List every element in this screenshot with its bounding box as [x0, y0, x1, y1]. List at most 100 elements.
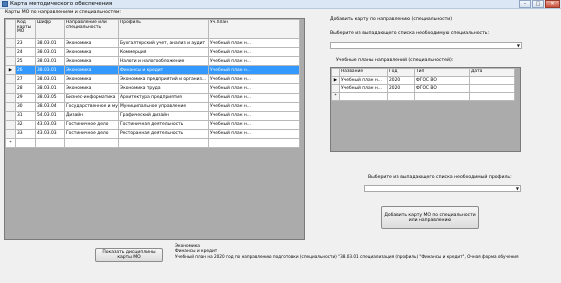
plans-cell-year[interactable]: 2020 [387, 76, 415, 85]
plans-cell-date[interactable] [469, 76, 515, 85]
cell-code[interactable]: 38.03.01 [35, 37, 65, 49]
cell-code[interactable]: 38.03.04 [35, 101, 65, 112]
plans-new-row-cell[interactable] [339, 92, 388, 101]
cell-study-plan[interactable]: Учебный план н... [208, 101, 300, 112]
row-header[interactable] [5, 37, 16, 49]
table-row[interactable]: 23 38.03.01 Экономика Бухгалтерский учет, а… [5, 37, 300, 49]
cell-study-plan[interactable]: Учебный план н... [208, 47, 300, 58]
row-header[interactable] [5, 92, 16, 103]
table-row[interactable]: 28 38.03.01 Экономика Экономика труда Учебны… [5, 83, 300, 94]
table-row[interactable]: 24 38.03.01 Экономика Коммерция Учебный план… [5, 47, 300, 58]
current-row-arrow-icon[interactable]: ▶ [5, 65, 16, 76]
cell-study-plan[interactable]: Учебный план н... [208, 92, 300, 103]
cell-direction[interactable]: Экономика [64, 56, 119, 67]
plans-row[interactable]: Учебный план н... 2020 ФГОС ВО [331, 84, 515, 93]
cell-code[interactable]: 38.03.01 [35, 83, 65, 94]
row-header[interactable] [5, 56, 16, 67]
cell-profile[interactable]: Гостиничная деятельность [118, 119, 209, 130]
current-row-arrow-icon[interactable]: ▶ [331, 76, 340, 85]
add-map-button[interactable]: Добавить карту МО по специальности или н… [381, 206, 479, 229]
cell-direction[interactable]: Бизнес-информатика [64, 92, 119, 103]
profile-dropdown[interactable]: ▼ [364, 185, 521, 192]
column-header-code[interactable]: Шифр [35, 19, 65, 39]
new-row-cell[interactable] [15, 138, 36, 149]
cell-direction[interactable]: Гостиничное дело [64, 119, 119, 130]
plans-header-type[interactable]: Тип [414, 68, 470, 77]
cell-study-plan[interactable]: Учебный план н... [208, 119, 300, 130]
cell-profile[interactable]: Ресторанная деятельность [118, 128, 209, 140]
cell-map-code[interactable]: 25 [15, 56, 36, 67]
cell-study-plan[interactable]: Учебный план н... [208, 56, 300, 67]
table-row[interactable]: ▶ 26 38.03.01 Экономика Финансы и кредит Учеб… [5, 65, 300, 76]
close-button[interactable]: ✕ [545, 0, 560, 8]
maximize-button[interactable]: □ [532, 0, 544, 8]
column-header-profile[interactable]: Профиль [118, 19, 209, 39]
cell-direction[interactable]: Экономика [64, 74, 119, 85]
cell-direction[interactable]: Экономика [64, 65, 119, 76]
plans-header-name[interactable]: Название [339, 68, 388, 77]
cell-map-code[interactable]: 33 [15, 128, 36, 140]
row-header[interactable] [5, 119, 16, 130]
cell-map-code[interactable]: 26 [15, 65, 36, 76]
plans-cell-type[interactable]: ФГОС ВО [414, 76, 470, 85]
plans-header-date[interactable]: Дата [469, 68, 515, 77]
cell-study-plan[interactable]: Учебный план н... [208, 74, 300, 85]
cell-map-code[interactable]: 23 [15, 37, 36, 49]
new-row[interactable]: * [5, 138, 300, 149]
column-header-direction[interactable]: Направление или специальность [64, 19, 119, 39]
table-row[interactable]: 27 38.03.01 Экономика Экономика предприятий… [5, 74, 300, 85]
cell-profile[interactable]: Финансы и кредит [118, 65, 209, 76]
cell-profile[interactable]: Экономика труда [118, 83, 209, 94]
cell-direction[interactable]: Экономика [64, 83, 119, 94]
show-disciplines-button[interactable]: Показать дисциплины карты МО [95, 248, 163, 262]
row-header[interactable] [5, 110, 16, 121]
cell-map-code[interactable]: 32 [15, 119, 36, 130]
plans-new-row-cell[interactable] [469, 92, 515, 101]
row-header[interactable] [5, 128, 16, 140]
cell-profile[interactable]: Архитектура предприятия [118, 92, 209, 103]
plans-new-row-cell[interactable] [414, 92, 470, 101]
cell-map-code[interactable]: 31 [15, 110, 36, 121]
cell-direction[interactable]: Экономика [64, 47, 119, 58]
table-row[interactable]: 33 43.03.03 Гостиничное дело Ресторанная де… [5, 128, 300, 140]
cell-study-plan[interactable]: Учебный план н... [208, 110, 300, 121]
cell-code[interactable]: 43.03.03 [35, 119, 65, 130]
plans-cell-name[interactable]: Учебный план н... [339, 84, 388, 93]
column-header-study-plan[interactable]: Уч.план [208, 19, 300, 39]
new-row-cell[interactable] [118, 138, 209, 149]
cell-profile[interactable]: Бухгалтерский учет, анализ и аудит [118, 37, 209, 49]
cell-profile[interactable]: Коммерция [118, 47, 209, 58]
plans-new-row-cell[interactable] [387, 92, 415, 101]
cell-direction[interactable]: Гостиничное дело [64, 128, 119, 140]
specialty-dropdown[interactable]: ▼ [330, 42, 522, 49]
cell-profile[interactable]: Налоги и налогообложение [118, 56, 209, 67]
cell-code[interactable]: 38.03.01 [35, 65, 65, 76]
row-header[interactable] [5, 74, 16, 85]
row-header[interactable] [5, 47, 16, 58]
cell-direction[interactable]: Экономика [64, 37, 119, 49]
table-row[interactable]: 25 38.03.01 Экономика Налоги и налогообложе… [5, 56, 300, 67]
plans-cell-name[interactable]: Учебный план н... [339, 76, 388, 85]
table-row[interactable]: 3038.03.04Государственное и муниципально… [5, 101, 300, 112]
plans-header-year[interactable]: Год [387, 68, 415, 77]
cell-code[interactable]: 38.03.01 [35, 47, 65, 58]
cell-map-code[interactable]: 28 [15, 83, 36, 94]
cell-profile[interactable]: Муниципальное управление [118, 101, 209, 112]
table-row[interactable]: 31 54.03.01 Дизайн Графический дизайн Учебны… [5, 110, 300, 121]
column-header-map-code[interactable]: Код карты МО [15, 19, 36, 39]
cell-study-plan[interactable]: Учебный план н... [208, 128, 300, 140]
table-row[interactable]: 29 38.03.05 Бизнес-информатика Архитектура … [5, 92, 300, 103]
cell-profile[interactable]: Экономика предприятий и организ... [118, 74, 209, 85]
plans-row[interactable]: ▶ Учебный план н... 2020 ФГОС ВО [331, 76, 515, 85]
cell-code[interactable]: 43.03.03 [35, 128, 65, 140]
new-row-cell[interactable] [208, 138, 300, 149]
plans-cell-date[interactable] [469, 84, 515, 93]
maps-grid[interactable]: Код карты МО Шифр Направление или специа… [4, 18, 305, 240]
minimize-button[interactable]: – [519, 0, 531, 8]
plans-new-row[interactable]: * [331, 92, 515, 101]
plans-cell-year[interactable]: 2020 [387, 84, 415, 93]
new-row-cell[interactable] [35, 138, 65, 149]
plans-cell-type[interactable]: ФГОС ВО [414, 84, 470, 93]
cell-code[interactable]: 54.03.01 [35, 110, 65, 121]
table-row[interactable]: 32 43.03.03 Гостиничное дело Гостиничная де… [5, 119, 300, 130]
